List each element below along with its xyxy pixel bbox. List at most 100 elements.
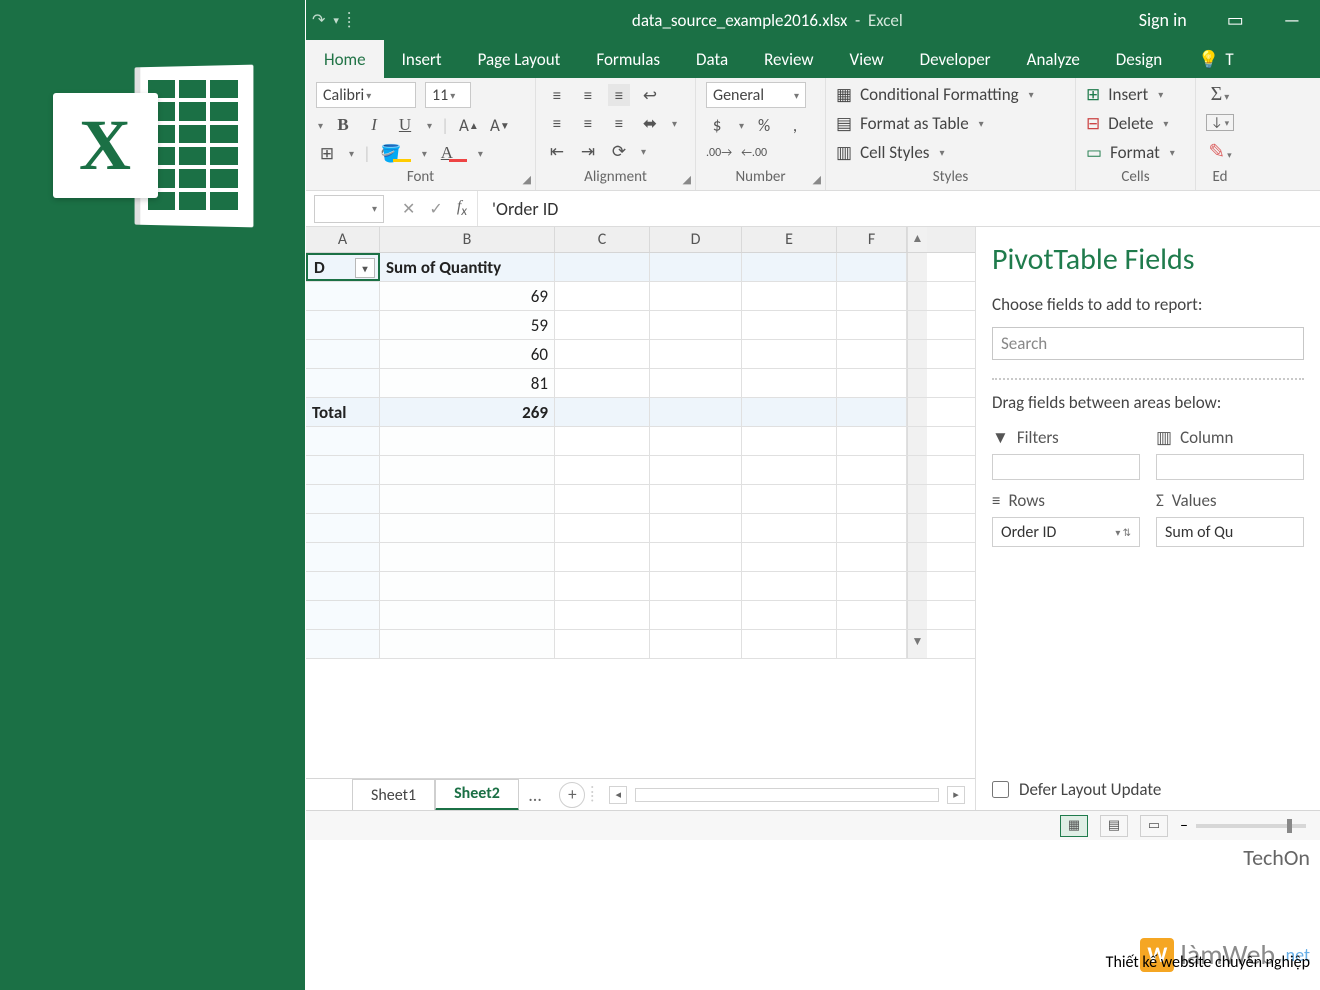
underline-button[interactable]: U [394, 114, 416, 136]
cell[interactable] [742, 340, 837, 368]
tab-developer[interactable]: Developer [902, 40, 1009, 78]
enter-icon[interactable]: ✓ [429, 199, 442, 219]
tell-me[interactable]: 💡T [1180, 40, 1251, 78]
tab-page-layout[interactable]: Page Layout [460, 40, 579, 78]
ribbon-display-icon[interactable]: ▭ [1207, 0, 1264, 40]
clear-icon[interactable]: ✎▾ [1208, 139, 1231, 164]
decrease-indent-icon[interactable]: ⇤ [546, 140, 568, 162]
defer-layout-update[interactable]: Defer Layout Update [992, 779, 1304, 800]
pivot-search-input[interactable]: Search [992, 327, 1304, 360]
sheet-more[interactable]: … [519, 784, 551, 806]
cell[interactable] [555, 282, 650, 310]
cell-styles-button[interactable]: ▥Cell Styles▾ [836, 142, 1065, 163]
cell[interactable] [555, 398, 650, 426]
decrease-decimal-icon[interactable]: ←.00 [741, 142, 767, 164]
cell[interactable] [650, 253, 742, 281]
normal-view-icon[interactable]: ▦ [1060, 815, 1088, 837]
cell[interactable] [837, 369, 907, 397]
scroll-up-icon[interactable]: ▲ [912, 231, 924, 246]
delete-cells-button[interactable]: ⊟Delete▾ [1086, 113, 1185, 134]
cell[interactable] [555, 253, 650, 281]
cell[interactable] [837, 253, 907, 281]
cell[interactable] [837, 311, 907, 339]
col-header-b[interactable]: B [380, 227, 555, 252]
cell[interactable] [555, 311, 650, 339]
col-header-a[interactable]: A [306, 227, 380, 252]
signin-button[interactable]: Sign in [1119, 0, 1207, 40]
fx-icon[interactable]: fx [457, 198, 467, 219]
sheet-tab-sheet1[interactable]: Sheet1 [352, 779, 435, 811]
tab-formulas[interactable]: Formulas [578, 40, 678, 78]
add-sheet-button[interactable]: + [559, 782, 585, 808]
area-columns-box[interactable] [1156, 454, 1304, 480]
cell[interactable]: 269 [380, 398, 555, 426]
scroll-down-icon[interactable]: ▼ [912, 634, 924, 649]
cell[interactable]: 81 [380, 369, 555, 397]
cell[interactable] [742, 369, 837, 397]
align-top-icon[interactable]: ≡ [546, 84, 568, 106]
cell[interactable]: Sum of Quantity [380, 253, 555, 281]
autosum-icon[interactable]: Σ▾ [1211, 83, 1230, 106]
align-left-icon[interactable]: ≡ [546, 112, 568, 134]
cell[interactable] [742, 311, 837, 339]
orientation-icon[interactable]: ⟳ [608, 140, 630, 162]
italic-button[interactable]: I [363, 114, 385, 136]
percent-format-icon[interactable]: % [753, 114, 775, 136]
col-header-d[interactable]: D [650, 227, 742, 252]
cell[interactable] [837, 282, 907, 310]
hscroll-left-icon[interactable]: ◂ [609, 786, 627, 804]
format-as-table-button[interactable]: ▤Format as Table▾ [836, 113, 1065, 134]
font-name-select[interactable]: Calibri▾ [316, 82, 416, 108]
hscroll-right-icon[interactable]: ▸ [947, 786, 965, 804]
cell[interactable]: 59 [380, 311, 555, 339]
selected-cell[interactable]: D▾ [306, 253, 380, 281]
area-rows-field[interactable]: Order ID▾ ⇅ [992, 517, 1140, 547]
col-header-f[interactable]: F [837, 227, 907, 252]
dialog-launcher-icon[interactable]: ◢ [523, 173, 531, 186]
dialog-launcher-icon[interactable]: ◢ [813, 173, 821, 186]
zoom-slider[interactable]: – [1180, 816, 1306, 835]
increase-font-icon[interactable]: A▲ [458, 114, 480, 136]
align-center-icon[interactable]: ≡ [577, 112, 599, 134]
insert-cells-button[interactable]: ⊞Insert▾ [1086, 84, 1185, 105]
cell[interactable] [555, 340, 650, 368]
cell[interactable] [837, 398, 907, 426]
tab-home[interactable]: Home [306, 40, 384, 78]
cell[interactable] [742, 253, 837, 281]
tab-view[interactable]: View [832, 40, 902, 78]
tab-analyze[interactable]: Analyze [1009, 40, 1098, 78]
cell[interactable] [306, 369, 380, 397]
minimize-icon[interactable]: — [1264, 0, 1320, 40]
cell[interactable] [650, 369, 742, 397]
tab-data[interactable]: Data [678, 40, 746, 78]
tab-design[interactable]: Design [1098, 40, 1180, 78]
col-header-e[interactable]: E [742, 227, 837, 252]
area-filters-box[interactable] [992, 454, 1140, 480]
comma-format-icon[interactable]: , [784, 114, 806, 136]
qat-dropdown-icon[interactable]: ▾ [333, 14, 339, 27]
cell[interactable] [742, 282, 837, 310]
increase-decimal-icon[interactable]: .00→ [706, 142, 732, 164]
align-bottom-icon[interactable]: ≡ [608, 84, 630, 106]
qat-customize-icon[interactable]: ⁞ [347, 11, 351, 30]
hscroll-bar[interactable] [635, 788, 939, 802]
cell[interactable] [306, 282, 380, 310]
cell[interactable] [306, 340, 380, 368]
cell[interactable]: 69 [380, 282, 555, 310]
tab-review[interactable]: Review [746, 40, 831, 78]
area-values-field[interactable]: Sum of Qu [1156, 517, 1304, 547]
merge-center-icon[interactable]: ⬌ [639, 112, 661, 134]
page-break-view-icon[interactable]: ▭ [1140, 815, 1168, 837]
col-header-c[interactable]: C [555, 227, 650, 252]
cell[interactable] [650, 340, 742, 368]
borders-icon[interactable]: ⊞ [316, 142, 338, 164]
page-layout-view-icon[interactable]: ▤ [1100, 815, 1128, 837]
spreadsheet-grid[interactable]: A B C D E F ▲ D▾ Sum of Quantity [306, 227, 975, 810]
bold-button[interactable]: B [332, 114, 354, 136]
cell[interactable] [650, 311, 742, 339]
filter-dropdown-icon[interactable]: ▾ [355, 258, 375, 278]
increase-indent-icon[interactable]: ⇥ [577, 140, 599, 162]
align-middle-icon[interactable]: ≡ [577, 84, 599, 106]
decrease-font-icon[interactable]: A▼ [489, 114, 511, 136]
name-box[interactable]: ▾ [314, 195, 384, 223]
